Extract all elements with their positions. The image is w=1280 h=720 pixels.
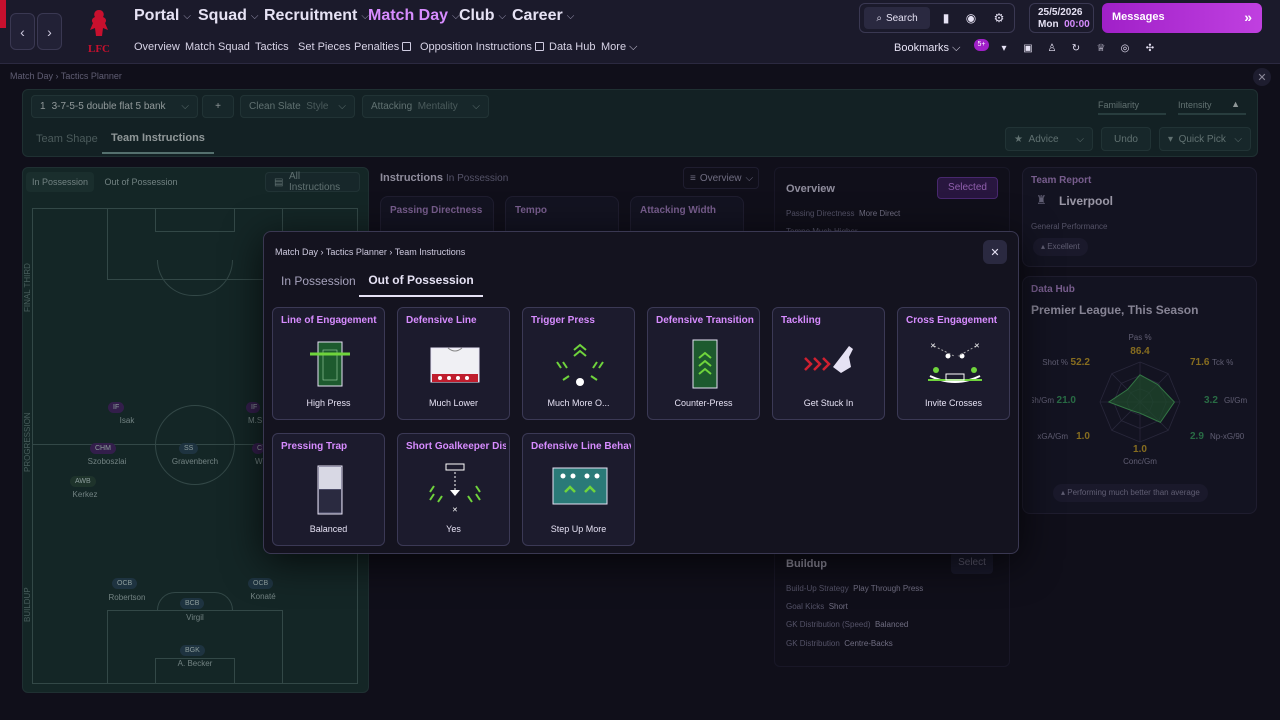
nav-career[interactable]: Career ⌵: [512, 7, 574, 25]
notebook-icon[interactable]: ▮: [934, 7, 958, 29]
trigger-press-icon: [556, 343, 604, 386]
instruction-card-value: High Press: [306, 398, 351, 408]
search-icon: ⌕: [876, 12, 882, 24]
instruction-card-title: Defensive Line Behaviour: [531, 441, 631, 452]
instruction-card-value: Get Stuck In: [803, 398, 854, 408]
instruction-card-defensive-line[interactable]: Defensive Line Much Lower: [397, 307, 510, 420]
nav-club[interactable]: Club ⌵: [459, 7, 506, 25]
external-link-icon: [402, 42, 412, 51]
club-crest-logo[interactable]: LFC: [80, 6, 118, 58]
target-icon[interactable]: ◎: [1117, 40, 1133, 56]
instruction-card-title: Defensive Transition: [656, 315, 754, 326]
scouting-icon[interactable]: ✣: [1142, 40, 1158, 56]
instruction-card-title: Line of Engagement: [281, 315, 377, 326]
back-button[interactable]: ‹: [10, 13, 35, 50]
settings-gear-icon[interactable]: ⚙: [987, 7, 1011, 29]
instruction-card-title: Pressing Trap: [281, 441, 348, 452]
club-color-strip: [0, 0, 6, 28]
svg-text:✕: ✕: [930, 343, 936, 350]
instruction-card-title: Cross Engagement: [906, 315, 998, 326]
instruction-card-value: Much Lower: [428, 398, 479, 408]
close-icon: ✕: [990, 246, 1000, 259]
subnav-overview[interactable]: Overview: [134, 41, 180, 53]
card-icon[interactable]: ▣: [1020, 40, 1036, 56]
nav-squad[interactable]: Squad ⌵: [198, 7, 258, 25]
instruction-card-title: Defensive Line: [406, 315, 477, 326]
chevron-down-icon: ⌵: [952, 42, 961, 54]
current-date: 25/5/2026: [1038, 7, 1083, 18]
date-time-box[interactable]: 25/5/2026 Mon 00:00: [1029, 3, 1094, 33]
bookmarks-button[interactable]: Bookmarks ⌵: [894, 42, 960, 55]
instruction-card-title: Tackling: [781, 315, 821, 326]
instruction-card-value: Yes: [446, 524, 461, 534]
subnav-set-pieces[interactable]: Set Pieces: [298, 41, 351, 53]
nav-recruitment[interactable]: Recruitment ⌵: [264, 7, 369, 25]
instruction-card-title: Trigger Press: [531, 315, 595, 326]
bookmarks-count-badge: 5+: [974, 39, 989, 51]
instruction-card-value: Balanced: [309, 524, 348, 534]
svg-text:LFC: LFC: [88, 43, 110, 55]
top-bar: ‹ › LFC Portal ⌵ Squad ⌵ Recruitment ⌵ Matc…: [0, 0, 1280, 64]
team-instructions-modal: Match Day › Tactics Planner › Team Instr…: [263, 231, 1019, 554]
instruction-card-trigger-press[interactable]: Trigger Press Much More O...: [522, 307, 635, 420]
training-icon[interactable]: ♙: [1044, 40, 1060, 56]
instruction-card-defensive-transition[interactable]: Defensive Transition Counter-Press: [647, 307, 760, 420]
defensive-line-behaviour-icon: [552, 467, 608, 505]
shirt-icon[interactable]: ▾: [996, 40, 1012, 56]
instruction-card-short-goalkeeper-distribution[interactable]: Short Goalkeeper Distribution ✕ Yes: [397, 433, 510, 546]
search-button[interactable]: ⌕ Search: [864, 7, 930, 29]
modal-breadcrumb: Match Day › Tactics Planner › Team Instr…: [275, 247, 466, 257]
defensive-line-icon: [430, 347, 480, 383]
instruction-card-value: Much More O...: [547, 398, 610, 408]
back-icon: ‹: [20, 23, 25, 40]
tackling-icon: [804, 346, 853, 373]
modal-tab-in-possession[interactable]: In Possession: [281, 274, 356, 288]
modal-close-button[interactable]: ✕: [983, 240, 1007, 264]
current-day: Mon: [1038, 19, 1059, 30]
subnav-match-squad[interactable]: Match Squad: [185, 41, 250, 53]
globe-icon[interactable]: ◉: [959, 7, 983, 29]
external-link-icon: [534, 42, 544, 51]
cross-engagement-icon: ✕ ✕: [928, 343, 982, 383]
modal-tab-out-of-possession[interactable]: Out of Possession: [359, 273, 483, 297]
chevron-down-icon: ⌵: [629, 41, 638, 53]
trophy-icon[interactable]: ♕: [1093, 40, 1109, 56]
subnav-opposition-instructions[interactable]: Opposition Instructions: [420, 41, 544, 53]
subnav-data-hub[interactable]: Data Hub: [549, 41, 595, 53]
subnav-penalties[interactable]: Penalties: [354, 41, 412, 53]
instruction-card-cross-engagement[interactable]: Cross Engagement ✕ ✕ Invite Crosses: [897, 307, 1010, 420]
instruction-card-line-of-engagement[interactable]: Line of Engagement High Press: [272, 307, 385, 420]
current-time: 00:00: [1064, 19, 1090, 30]
refresh-icon[interactable]: ↻: [1068, 40, 1084, 56]
pressing-trap-icon: [317, 465, 343, 515]
subnav-more[interactable]: More ⌵: [601, 41, 637, 54]
instruction-card-title: Short Goalkeeper Distribution: [406, 441, 506, 452]
svg-text:✕: ✕: [974, 343, 980, 350]
forward-icon: ›: [47, 23, 52, 40]
instruction-card-defensive-line-behaviour[interactable]: Defensive Line Behaviour Step Up More: [522, 433, 635, 546]
instruction-card-value: Step Up More: [550, 524, 607, 534]
continue-arrows-icon: »: [1244, 9, 1252, 25]
goalkeeper-distribution-icon: ✕: [429, 463, 481, 514]
instruction-card-pressing-trap[interactable]: Pressing Trap Balanced: [272, 433, 385, 546]
nav-match-day[interactable]: Match Day ⌵: [368, 7, 460, 25]
instruction-card-tackling[interactable]: Tackling Get Stuck In: [772, 307, 885, 420]
instruction-card-value: Counter-Press: [674, 398, 733, 408]
instruction-card-value: Invite Crosses: [924, 398, 983, 408]
line-of-engagement-icon: [310, 341, 350, 387]
messages-button[interactable]: Messages»: [1102, 3, 1262, 33]
defensive-transition-icon: [692, 339, 718, 389]
subnav-tactics[interactable]: Tactics: [255, 41, 289, 53]
forward-button[interactable]: ›: [37, 13, 62, 50]
nav-portal[interactable]: Portal ⌵: [134, 7, 191, 25]
svg-text:✕: ✕: [452, 507, 458, 514]
